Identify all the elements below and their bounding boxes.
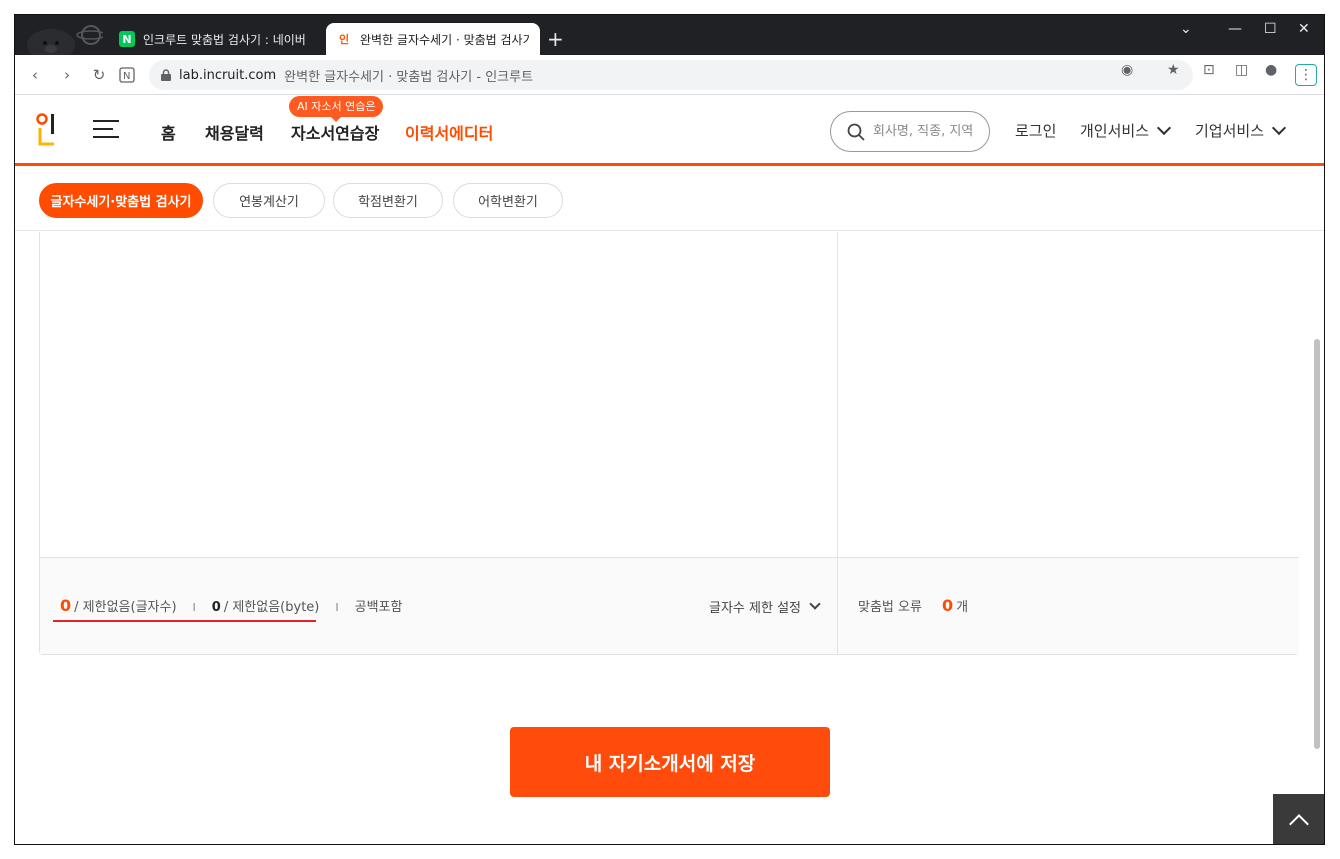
minimize-icon[interactable]: — bbox=[1228, 21, 1242, 37]
nav-home[interactable]: 홈 bbox=[161, 120, 176, 144]
login-link[interactable]: 로그인 bbox=[1015, 120, 1056, 141]
page-viewport: 홈 채용달력 AI 자소서 연습은 자소서연습장 이력서에디터 로그인 개인서비… bbox=[15, 96, 1324, 844]
save-to-essay-button[interactable]: 내 자기소개서에 저장 bbox=[510, 727, 830, 797]
tab-incruit[interactable]: 인 완벽한 글자수세기 · 맞춤법 검사기 bbox=[326, 23, 540, 55]
lock-icon bbox=[161, 69, 171, 81]
limit-setting-dropdown[interactable]: 글자수 제한 설정 bbox=[709, 597, 821, 616]
separator: I bbox=[335, 601, 339, 614]
tab-title: 완벽한 글자수세기 · 맞춤법 검사기 bbox=[360, 32, 530, 47]
close-icon[interactable]: ✕ bbox=[1298, 21, 1310, 37]
chevron-up-icon bbox=[1289, 814, 1309, 834]
tab-bar: N 인크루트 맞춤법 검사기 : 네이버 인 완벽한 글자수세기 · 맞춤법 검… bbox=[15, 15, 1324, 55]
browser-window: N 인크루트 맞춤법 검사기 : 네이버 인 완벽한 글자수세기 · 맞춤법 검… bbox=[14, 14, 1325, 845]
chevron-down-icon bbox=[809, 598, 821, 610]
spell-error-label: 맞춤법 오류 bbox=[858, 600, 922, 615]
incruit-favicon-icon: 인 bbox=[338, 33, 350, 46]
scroll-to-top-button[interactable] bbox=[1273, 794, 1324, 844]
side-panel-icon[interactable]: ◫ bbox=[1235, 62, 1248, 78]
incruit-logo-icon[interactable] bbox=[35, 112, 59, 148]
business-service-menu[interactable]: 기업서비스 bbox=[1195, 120, 1287, 141]
spell-error-row: 맞춤법 오류 0 개 bbox=[858, 596, 968, 615]
spell-error-count: 0 bbox=[941, 596, 954, 615]
personal-service-label: 개인서비스 bbox=[1080, 122, 1150, 140]
tab-char-counter[interactable]: 글자수세기·맞춤법 검사기 bbox=[39, 183, 203, 218]
editor-panel: 0 / 제한없음(글자수) I 0 / 제한없음(byte) I 공백포함 글자… bbox=[39, 232, 1299, 655]
url-page-title: 완벽한 글자수세기 · 맞춤법 검사기 - 인크루트 bbox=[284, 69, 534, 85]
naver-favicon-icon: N bbox=[119, 31, 135, 47]
byte-count: 0 bbox=[211, 600, 221, 615]
hamburger-menu-icon[interactable] bbox=[93, 120, 119, 140]
menu-kebab-icon[interactable]: ⋮ bbox=[1295, 64, 1317, 86]
tab-language-converter[interactable]: 어학변환기 bbox=[453, 183, 563, 218]
site-header: 홈 채용달력 AI 자소서 연습은 자소서연습장 이력서에디터 로그인 개인서비… bbox=[15, 96, 1324, 166]
char-count: 0 bbox=[60, 596, 72, 615]
maximize-icon[interactable]: ☐ bbox=[1264, 21, 1277, 37]
chevron-down-icon bbox=[1156, 120, 1172, 136]
spell-bar: 맞춤법 오류 0 개 bbox=[838, 557, 1299, 654]
scrollbar-thumb[interactable] bbox=[1314, 339, 1320, 749]
count-row: 0 / 제한없음(글자수) I 0 / 제한없음(byte) I 공백포함 bbox=[60, 596, 402, 615]
tab-salary-calculator[interactable]: 연봉계산기 bbox=[213, 183, 325, 218]
text-input-area[interactable] bbox=[40, 232, 838, 557]
tab-title: 인크루트 맞춤법 검사기 : 네이버 bbox=[143, 32, 306, 47]
limit-setting-label: 글자수 제한 설정 bbox=[709, 601, 801, 616]
ai-badge: AI 자소서 연습은 bbox=[289, 96, 384, 122]
search-icon bbox=[847, 123, 865, 141]
eye-off-icon[interactable]: ◉ bbox=[1121, 62, 1133, 78]
nav-recruit-calendar[interactable]: 채용달력 bbox=[205, 120, 264, 144]
url-domain: lab.incruit.com bbox=[179, 67, 277, 83]
address-bar[interactable]: lab.incruit.com 완벽한 글자수세기 · 맞춤법 검사기 - 인크… bbox=[149, 60, 1193, 90]
back-icon[interactable]: ‹ bbox=[23, 63, 47, 87]
screenshot-icon[interactable]: ⊡ bbox=[1203, 62, 1215, 78]
page-scrollbar[interactable] bbox=[1310, 231, 1324, 844]
tab-naver[interactable]: N 인크루트 맞춤법 검사기 : 네이버 bbox=[109, 23, 323, 55]
nav-resume-editor[interactable]: 이력서에디터 bbox=[405, 120, 493, 144]
nav-essay-practice[interactable]: 자소서연습장 bbox=[291, 120, 379, 144]
chevron-down-icon bbox=[1271, 120, 1287, 136]
spell-error-unit: 개 bbox=[956, 600, 969, 615]
browser-toolbar: ‹ › ↻ N lab.incruit.com 완벽한 글자수세기 · 맞춤법 … bbox=[15, 55, 1324, 95]
personal-service-menu[interactable]: 개인서비스 bbox=[1080, 120, 1172, 141]
naver-extension-icon[interactable]: N bbox=[115, 63, 139, 87]
tool-tabs: 글자수세기·맞춤법 검사기 연봉계산기 학점변환기 어학변환기 bbox=[15, 169, 1324, 231]
include-space-label: 공백포함 bbox=[354, 600, 403, 615]
search-input[interactable] bbox=[873, 124, 973, 139]
business-service-label: 기업서비스 bbox=[1195, 122, 1265, 140]
highlight-underline bbox=[53, 620, 316, 622]
forward-icon[interactable]: › bbox=[55, 63, 79, 87]
new-tab-button[interactable]: + bbox=[547, 27, 564, 51]
svg-text:N: N bbox=[123, 71, 130, 82]
byte-limit: / 제한없음(byte) bbox=[223, 600, 320, 615]
profile-avatar-icon[interactable]: ● bbox=[1265, 62, 1277, 78]
search-box[interactable] bbox=[830, 111, 990, 152]
mascot-icon bbox=[27, 25, 103, 55]
counter-bar: 0 / 제한없음(글자수) I 0 / 제한없음(byte) I 공백포함 글자… bbox=[40, 557, 838, 654]
reload-icon[interactable]: ↻ bbox=[87, 63, 111, 87]
bookmark-star-icon[interactable]: ★ bbox=[1167, 62, 1180, 78]
separator: I bbox=[192, 601, 196, 614]
spell-result-area bbox=[838, 232, 1299, 557]
char-limit: / 제한없음(글자수) bbox=[74, 600, 177, 615]
tab-search-chevron-icon[interactable]: ⌄ bbox=[1180, 21, 1192, 37]
tab-gpa-converter[interactable]: 학점변환기 bbox=[333, 183, 443, 218]
